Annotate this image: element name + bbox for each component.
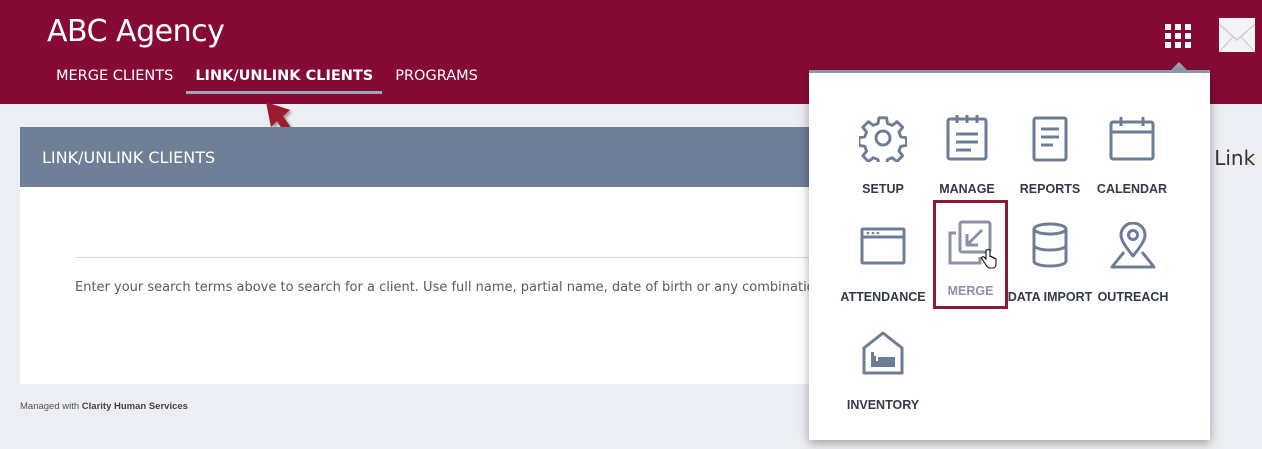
app-outreach-label: OUTREACH [1097, 290, 1169, 304]
app-title: ABC Agency [47, 14, 225, 49]
document-icon [1032, 116, 1068, 162]
database-icon [1032, 222, 1068, 268]
map-pin-icon [1110, 222, 1156, 269]
hand-cursor-icon [981, 249, 997, 269]
calendar-icon [1109, 117, 1155, 161]
card-title: LINK/UNLINK CLIENTS [42, 148, 216, 167]
footer-brand: Clarity Human Services [81, 401, 188, 412]
app-merge[interactable]: MERGE [933, 200, 1008, 309]
divider [75, 257, 820, 258]
grid-icon[interactable] [1165, 24, 1191, 48]
card-header: LINK/UNLINK CLIENTS [20, 127, 820, 187]
tab-link-unlink-clients[interactable]: LINK/UNLINK CLIENTS [186, 60, 383, 94]
card-body: Enter your search terms above to search … [20, 187, 827, 384]
app-inventory-label: INVENTORY [846, 398, 920, 412]
tab-merge-clients[interactable]: MERGE CLIENTS [47, 60, 182, 94]
app-menu-dropdown: SETUP MANAGE REPORTS CALENDAR ATTENDANCE… [809, 70, 1210, 440]
mail-icon[interactable] [1219, 18, 1255, 52]
gear-icon [859, 116, 907, 162]
house-bed-icon [862, 331, 904, 375]
tab-programs[interactable]: PROGRAMS [386, 60, 487, 94]
clipboard-icon [946, 115, 988, 161]
footer: Managed with Clarity Human Services [20, 401, 188, 412]
app-merge-label: MERGE [947, 284, 994, 298]
footer-prefix: Managed with [20, 401, 82, 412]
search-hint: Enter your search terms above to search … [75, 280, 828, 295]
app-outreach[interactable]: OUTREACH [1084, 186, 1182, 304]
app-calendar[interactable]: CALENDAR [1083, 78, 1181, 196]
app-inventory[interactable]: INVENTORY [834, 294, 932, 412]
window-icon [860, 227, 906, 265]
app-attendance[interactable]: ATTENDANCE [834, 186, 932, 304]
nav-tabs: MERGE CLIENTS LINK/UNLINK CLIENTS PROGRA… [47, 60, 491, 94]
